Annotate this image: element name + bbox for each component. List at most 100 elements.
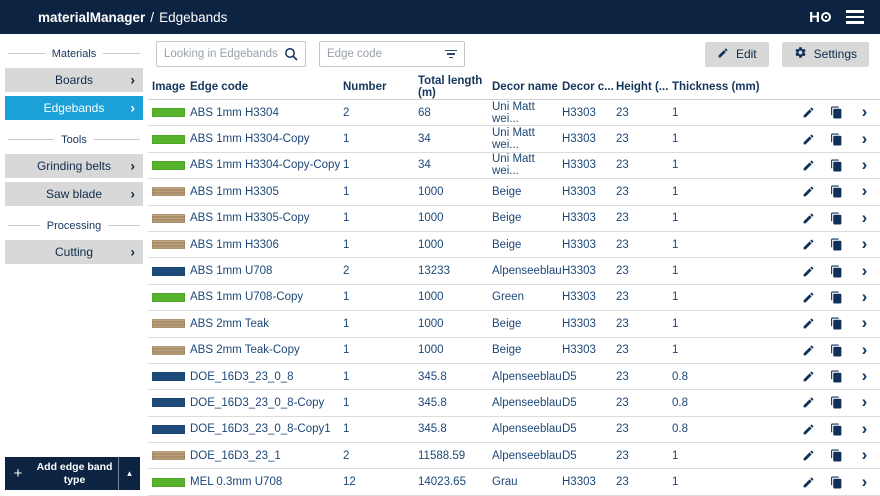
- edit-row-icon[interactable]: [801, 184, 816, 199]
- edit-row-icon[interactable]: [801, 448, 816, 463]
- copy-row-icon[interactable]: [829, 343, 844, 358]
- edit-row-icon[interactable]: [801, 211, 816, 226]
- total-length-cell: 13233: [418, 265, 450, 278]
- settings-button[interactable]: Settings: [781, 41, 869, 67]
- sidebar-item-boards[interactable]: Boards: [5, 68, 143, 92]
- number-cell: 1: [343, 133, 350, 146]
- filter-icon[interactable]: [445, 49, 457, 59]
- chevron-right-icon[interactable]: [857, 447, 872, 462]
- edit-row-icon[interactable]: [801, 475, 816, 490]
- sidebar-item-grinding-belts[interactable]: Grinding belts: [5, 154, 143, 178]
- chevron-right-icon[interactable]: [857, 421, 872, 436]
- copy-row-icon[interactable]: [829, 369, 844, 384]
- edge-code-filter-input[interactable]: [327, 48, 445, 60]
- table-row[interactable]: DOE_16D3_23_1 2 11588.59 Alpenseeblau D5…: [148, 443, 880, 470]
- edit-row-icon[interactable]: [801, 105, 816, 120]
- edit-row-icon[interactable]: [801, 343, 816, 358]
- copy-row-icon[interactable]: [829, 475, 844, 490]
- table-row[interactable]: ABS 1mm H3306 1 1000 Beige H3303 23 1: [148, 231, 880, 259]
- chevron-right-icon[interactable]: [857, 368, 872, 383]
- search-icon[interactable]: [284, 47, 298, 61]
- copy-row-icon[interactable]: [829, 448, 844, 463]
- chevron-right-icon[interactable]: [857, 210, 872, 225]
- decor-code-cell: H3303: [562, 317, 596, 330]
- chevron-right-icon[interactable]: [857, 131, 872, 146]
- copy-row-icon[interactable]: [829, 158, 844, 173]
- edit-row-icon[interactable]: [801, 395, 816, 410]
- copy-row-icon[interactable]: [829, 422, 844, 437]
- table-row[interactable]: ABS 1mm H3304-Copy 1 34 Uni Matt wei... …: [148, 126, 880, 153]
- decor-name-cell: Beige: [492, 212, 522, 225]
- chevron-right-icon[interactable]: [857, 394, 872, 409]
- edit-row-icon[interactable]: [801, 316, 816, 331]
- table-row[interactable]: ABS 1mm H3304 2 68 Uni Matt wei... H3303…: [148, 100, 880, 127]
- chevron-right-icon[interactable]: [857, 474, 872, 489]
- chevron-right-icon[interactable]: [857, 236, 872, 251]
- caret-up-icon[interactable]: [118, 457, 140, 490]
- table-row[interactable]: ABS 2mm Teak-Copy 1 1000 Beige H3303 23 …: [148, 337, 880, 364]
- copy-row-icon[interactable]: [829, 132, 844, 147]
- edit-row-icon[interactable]: [801, 264, 816, 279]
- total-length-cell: 34: [418, 159, 431, 172]
- chevron-right-icon[interactable]: [857, 289, 872, 304]
- decor-name-cell: Alpenseeblau: [492, 265, 562, 278]
- edge-code-cell: DOE_16D3_23_0_8-Copy1: [190, 423, 331, 436]
- thickness-cell: 1: [672, 265, 679, 278]
- table-row[interactable]: ABS 1mm H3305-Copy 1 1000 Beige H3303 23…: [148, 205, 880, 232]
- table-row[interactable]: ABS 2mm Teak 1 1000 Beige H3303 23 1: [148, 311, 880, 338]
- chevron-right-icon: [130, 244, 135, 258]
- hamburger-menu-icon[interactable]: [844, 8, 866, 26]
- edit-row-icon[interactable]: [801, 290, 816, 305]
- table-row[interactable]: ABS 1mm U708 2 13233 Alpenseeblau H3303 …: [148, 258, 880, 285]
- chevron-right-icon[interactable]: [857, 104, 872, 119]
- col-header-edge-code: Edge code: [190, 80, 249, 93]
- copy-row-icon[interactable]: [829, 105, 844, 120]
- sidebar-item-cutting[interactable]: Cutting: [5, 240, 143, 264]
- copy-row-icon[interactable]: [829, 290, 844, 305]
- table-row[interactable]: ABS 1mm U708-Copy 1 1000 Green H3303 23 …: [148, 284, 880, 312]
- row-actions: [762, 158, 880, 173]
- sidebar-item-saw-blade[interactable]: Saw blade: [5, 182, 143, 206]
- table-row[interactable]: DOE_16D3_23_0_8 1 345.8 Alpenseeblau D5 …: [148, 363, 880, 391]
- table-row[interactable]: MEL 0.3mm U708 12 14023.65 Grau H3303 23…: [148, 469, 880, 496]
- chevron-right-icon[interactable]: [857, 263, 872, 278]
- copy-row-icon[interactable]: [829, 264, 844, 279]
- chevron-right-icon[interactable]: [857, 157, 872, 172]
- table-row[interactable]: DOE_16D3_23_0_8-Copy1 1 345.8 Alpenseebl…: [148, 416, 880, 444]
- edit-row-icon[interactable]: [801, 158, 816, 173]
- height-cell: 23: [616, 133, 629, 146]
- edge-code-cell: ABS 1mm H3304-Copy: [190, 133, 310, 146]
- add-edge-band-type-button[interactable]: Add edge band type: [5, 457, 140, 490]
- image-cell: [148, 372, 190, 382]
- chevron-right-icon[interactable]: [857, 315, 872, 330]
- decor-code-cell: D5: [562, 449, 577, 462]
- decor-code-cell: D5: [562, 423, 577, 436]
- edit-row-icon[interactable]: [801, 422, 816, 437]
- chevron-right-icon[interactable]: [857, 342, 872, 357]
- copy-row-icon[interactable]: [829, 211, 844, 226]
- copy-row-icon[interactable]: [829, 316, 844, 331]
- thickness-cell: 1: [672, 238, 679, 251]
- search-input[interactable]: [164, 48, 284, 60]
- chevron-right-icon[interactable]: [857, 183, 872, 198]
- edit-row-icon[interactable]: [801, 237, 816, 252]
- row-actions: [762, 211, 880, 226]
- copy-row-icon[interactable]: [829, 395, 844, 410]
- table-row[interactable]: ABS 1mm H3305 1 1000 Beige H3303 23 1: [148, 179, 880, 206]
- decor-code-cell: H3303: [562, 476, 596, 489]
- copy-row-icon[interactable]: [829, 184, 844, 199]
- edit-row-icon[interactable]: [801, 369, 816, 384]
- col-header-image: Image: [152, 80, 186, 93]
- plus-icon: [5, 457, 31, 490]
- decor-name-cell: Beige: [492, 317, 522, 330]
- edit-row-icon[interactable]: [801, 132, 816, 147]
- brand-title[interactable]: materialManager: [38, 10, 145, 25]
- sidebar-item-edgebands[interactable]: Edgebands: [5, 96, 143, 120]
- copy-row-icon[interactable]: [829, 237, 844, 252]
- decor-name-cell: Alpenseeblau: [492, 449, 562, 462]
- table-row[interactable]: ABS 1mm H3304-Copy-Copy 1 34 Uni Matt we…: [148, 152, 880, 180]
- edgeband-swatch: [152, 345, 185, 355]
- total-length-cell: 345.8: [418, 370, 447, 383]
- table-row[interactable]: DOE_16D3_23_0_8-Copy 1 345.8 Alpenseebla…: [148, 390, 880, 417]
- edit-button[interactable]: Edit: [704, 41, 769, 67]
